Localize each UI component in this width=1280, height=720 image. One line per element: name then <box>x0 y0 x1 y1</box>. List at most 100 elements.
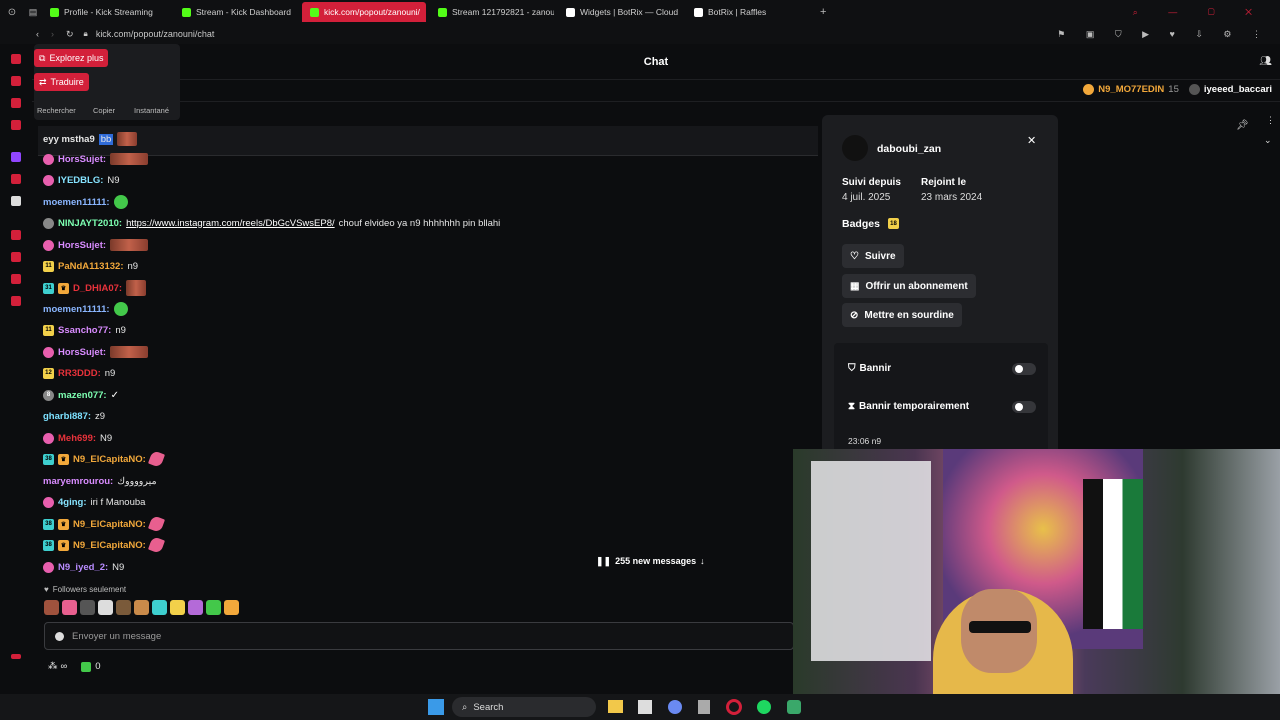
emote[interactable] <box>224 600 239 615</box>
url-field[interactable]: kick.com/popout/zanouni/chat <box>96 29 215 39</box>
message-input[interactable]: Envoyer un message <box>44 622 794 650</box>
spotify-icon[interactable] <box>757 700 771 714</box>
file-explorer-icon[interactable] <box>608 700 623 713</box>
sidebar-app-icon[interactable] <box>11 120 21 130</box>
message-username[interactable]: NINJAYT2010: <box>58 218 122 229</box>
channel-points[interactable]: ⁂ ∞ <box>48 661 67 672</box>
gifter-name: N9_MO77EDIN <box>1098 84 1165 95</box>
history-icon[interactable] <box>11 230 21 240</box>
sidebar-app-icon[interactable] <box>11 98 21 108</box>
message-username[interactable]: Meh699: <box>58 433 96 444</box>
message-username[interactable]: moemen11111: <box>43 197 110 208</box>
sidebar-app-icon[interactable] <box>11 76 21 86</box>
message-link[interactable]: https://www.instagram.com/reels/DbGcVSws… <box>126 218 335 229</box>
emote[interactable] <box>98 600 113 615</box>
forward-icon[interactable]: › <box>51 29 54 39</box>
message-username[interactable]: IYEDBLG: <box>58 175 103 186</box>
message-username[interactable]: maryemrourou: <box>43 476 113 487</box>
extensions-icon[interactable] <box>11 274 21 284</box>
tab-2[interactable]: kick.com/popout/zanouni/ <box>302 2 426 22</box>
translate-button[interactable]: ⇄ Traduire <box>34 73 89 91</box>
message-username[interactable]: PaNdA113132: <box>58 261 123 272</box>
gift-sub-label: Offrir un abonnement <box>865 280 968 292</box>
opera-gx-icon[interactable] <box>726 699 742 715</box>
pin-icon[interactable]: 📌︎ <box>1236 120 1249 131</box>
downloads-icon[interactable] <box>11 252 21 262</box>
back-icon[interactable]: ‹ <box>36 29 39 39</box>
tab-4[interactable]: Widgets | BotRix — Cloud <box>558 2 682 22</box>
chat-message: 38 ♛ N9_ElCapitaNO: <box>43 535 165 555</box>
emote[interactable] <box>188 600 203 615</box>
ban-toggle[interactable] <box>1012 363 1036 375</box>
pinned-user[interactable]: eyy mstha9 <box>43 134 95 145</box>
windows-start-icon[interactable] <box>428 699 444 715</box>
close-icon[interactable]: ✕ <box>1027 134 1036 147</box>
message-username[interactable]: RR3DDD: <box>58 368 101 379</box>
browser-menu-icon[interactable]: ⊙ <box>0 7 24 18</box>
kick-count[interactable]: 0 <box>81 661 101 672</box>
emote[interactable] <box>206 600 221 615</box>
messenger-icon[interactable] <box>11 54 21 64</box>
message-username[interactable]: HorsSujet: <box>58 240 106 251</box>
emote[interactable] <box>62 600 77 615</box>
tiktok-icon[interactable] <box>11 174 21 184</box>
gift-sub-button[interactable]: ▦ Offrir un abonnement <box>842 274 976 298</box>
emote[interactable] <box>152 600 167 615</box>
tab-1[interactable]: Stream - Kick Dashboard <box>174 2 298 22</box>
app-icon[interactable] <box>787 700 801 714</box>
browser-toolbar-icons[interactable]: ⚑ ▣ ⛉ ▶ ♥ ⇩ ⚙ ⋮ <box>1057 29 1270 40</box>
instant-option[interactable]: Instantané <box>134 106 169 115</box>
emote <box>126 280 147 296</box>
gifter-item[interactable]: iyeeed_baccari <box>1188 84 1272 95</box>
pause-icon: ❚❚ <box>596 555 612 566</box>
message-username[interactable]: mazen077: <box>58 390 107 401</box>
settings-icon[interactable] <box>11 296 21 306</box>
emote[interactable] <box>80 600 95 615</box>
kebab-menu-icon[interactable]: ⋮ <box>1266 115 1275 126</box>
message-username[interactable]: N9_ElCapitaNO: <box>73 519 146 530</box>
message-username[interactable]: Ssancho77: <box>58 325 111 336</box>
chevron-down-icon[interactable]: ⌄ <box>1264 135 1272 146</box>
chat-message: HorsSujet: <box>43 235 149 255</box>
more-icon[interactable] <box>11 654 21 659</box>
taskbar-search[interactable]: ⌕ Search <box>452 697 596 717</box>
timeout-toggle[interactable] <box>1012 401 1036 413</box>
mute-button[interactable]: ⊘ Mettre en sourdine <box>842 303 962 327</box>
message-username[interactable]: D_DHIA07: <box>73 283 122 294</box>
new-tab-button[interactable]: + <box>820 6 826 18</box>
emote[interactable] <box>116 600 131 615</box>
explore-more-button[interactable]: ⧉ Explorez plus <box>34 49 109 67</box>
emote-picker-icon[interactable] <box>55 631 64 641</box>
new-messages-button[interactable]: ❚❚ 255 new messages ↓ <box>596 552 724 570</box>
message-username[interactable]: HorsSujet: <box>58 347 106 358</box>
user-settings-icon[interactable]: 👥︎ <box>1259 56 1272 67</box>
message-username[interactable]: N9_iyed_2: <box>58 562 108 573</box>
message-username[interactable]: N9_ElCapitaNO: <box>73 540 146 551</box>
copilot-icon[interactable] <box>668 700 682 714</box>
emote[interactable] <box>44 600 59 615</box>
calculator-icon[interactable] <box>698 700 710 714</box>
emote[interactable] <box>170 600 185 615</box>
subscriber-badge: 18 <box>888 218 899 229</box>
copy-option[interactable]: Copier <box>93 106 115 115</box>
twitch-icon[interactable] <box>11 152 21 162</box>
message-username[interactable]: HorsSujet: <box>58 154 106 165</box>
followers-only-notice: ♥ Followers seulement <box>44 585 126 594</box>
emote[interactable] <box>134 600 149 615</box>
message-username[interactable]: N9_ElCapitaNO: <box>73 454 146 465</box>
message-username[interactable]: moemen11111: <box>43 304 110 315</box>
x-icon[interactable] <box>11 196 21 206</box>
tab-overview-icon[interactable]: ▤ <box>24 7 42 18</box>
message-username[interactable]: gharbi887: <box>43 411 91 422</box>
search-option[interactable]: Rechercher <box>37 106 76 115</box>
store-icon[interactable] <box>638 700 652 714</box>
message-username[interactable]: 4ging: <box>58 497 87 508</box>
tab-3[interactable]: Stream 121792821 - zanou <box>430 2 554 22</box>
follow-button[interactable]: ♡ Suivre <box>842 244 904 268</box>
ban-label: ⛉ Bannir <box>848 363 891 374</box>
tab-5[interactable]: BotRix | Raffles <box>686 2 810 22</box>
window-controls[interactable]: ⌕ — ▢ ✕ <box>1133 7 1266 18</box>
gifter-item[interactable]: N9_MO77EDIN 15 <box>1083 84 1179 95</box>
reload-icon[interactable]: ↻ <box>66 29 74 40</box>
tab-0[interactable]: Profile - Kick Streaming <box>42 2 170 22</box>
